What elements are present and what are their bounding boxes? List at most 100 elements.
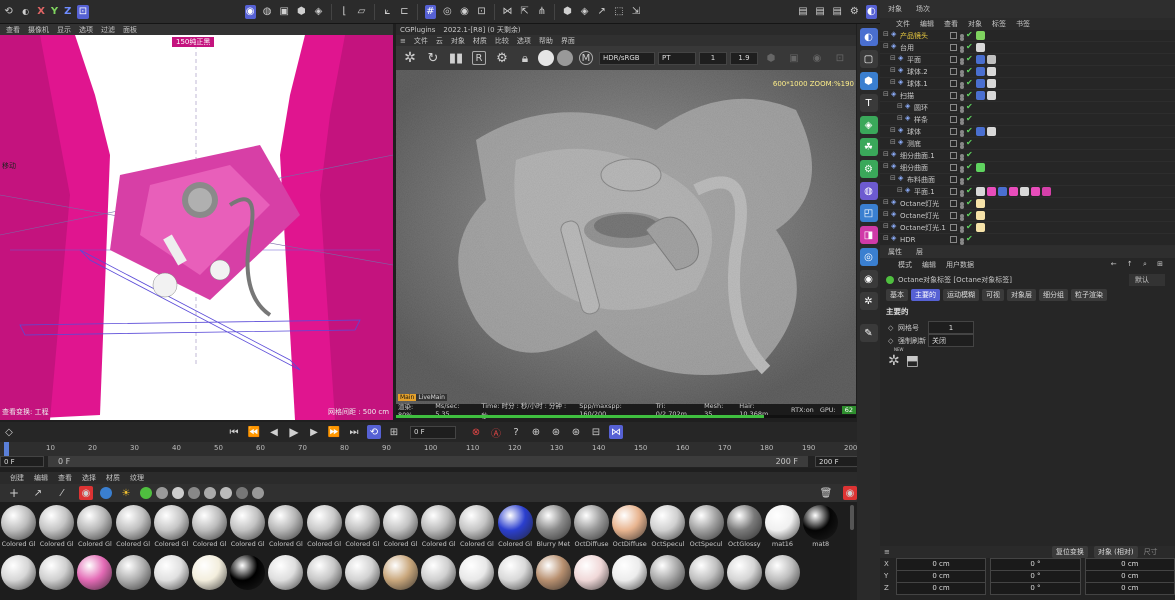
reset-transform-button[interactable]: 复位变换 [1051, 546, 1088, 558]
square-icon[interactable]: ▢ [859, 50, 878, 68]
record-icon[interactable]: ⊗ [469, 425, 483, 439]
object-row[interactable]: ⊟ ◈ Octane灯光 ✔ [880, 198, 1175, 210]
mix-sphere-icon[interactable] [204, 487, 216, 499]
object-name[interactable]: 平面.1 [914, 186, 935, 198]
enabled-check-icon[interactable]: ✔ [966, 30, 973, 39]
object-name[interactable]: 测底 [907, 138, 921, 150]
render-view-icon[interactable]: ▤ [797, 5, 808, 19]
expand-icon[interactable]: ⊟ [890, 66, 896, 74]
tag-icon[interactable] [976, 163, 985, 172]
attr-menu-userdata[interactable]: 用户数据 [946, 260, 974, 270]
object-row[interactable]: ⊟ ◈ 样条 ✔ [880, 114, 1175, 126]
play-icon[interactable]: ▶ [287, 425, 301, 439]
material-swatch[interactable]: Colored Gl [153, 504, 190, 550]
expand-icon[interactable]: ⊟ [897, 186, 903, 194]
object-name[interactable]: Octane灯光 [900, 210, 939, 222]
render-menu-help[interactable]: 帮助 [539, 36, 553, 46]
render-menu-materials[interactable]: 材质 [473, 36, 487, 46]
object-name[interactable]: 布料曲面 [907, 174, 935, 186]
material-swatch[interactable] [0, 554, 37, 600]
render-visibility-dot[interactable] [960, 109, 964, 113]
viewport-menu-view[interactable]: 查看 [6, 25, 20, 35]
object-name[interactable]: 产品镜头 [900, 30, 928, 42]
enabled-check-icon[interactable]: ✔ [966, 222, 973, 231]
render-visibility-dot[interactable] [960, 229, 964, 233]
material-swatch[interactable] [420, 554, 457, 600]
axis-y-toggle[interactable]: Y [51, 6, 58, 17]
mirror-icon[interactable]: ⋈ [502, 5, 513, 19]
next-frame-icon[interactable]: ▶ [307, 425, 321, 439]
timeline-ruler[interactable]: 0102030405060708090100110120130140150160… [0, 442, 860, 456]
material-swatch[interactable]: Colored Gl [458, 504, 495, 550]
expand-icon[interactable]: ⊟ [883, 162, 889, 170]
object-mode-icon[interactable]: ◍ [262, 5, 273, 19]
render-menu-cloud[interactable]: 云 [436, 36, 443, 46]
enabled-check-icon[interactable]: ✔ [966, 102, 973, 111]
material-swatch[interactable] [649, 554, 686, 600]
light-sphere-icon[interactable] [172, 487, 184, 499]
object-name[interactable]: 台用 [900, 42, 914, 54]
tag-icon[interactable] [1009, 187, 1018, 196]
force-refresh-select[interactable]: 关闭 [928, 334, 974, 347]
object-row[interactable]: ⊟ ◈ 细分曲面.1 ✔ [880, 150, 1175, 162]
snap-icon[interactable]: ▱ [356, 5, 367, 19]
render-visibility-dot[interactable] [960, 145, 964, 149]
octane-half-circle-icon[interactable] [100, 487, 112, 499]
object-name[interactable]: 平面 [907, 54, 921, 66]
object-row[interactable]: ⊟ ◈ HDR ✔ [880, 234, 1175, 246]
cursor-icon[interactable]: ⇱ [519, 5, 530, 19]
material-swatch[interactable]: Colored Gl [115, 504, 152, 550]
enabled-check-icon[interactable]: ✔ [966, 162, 973, 171]
material-swatch[interactable]: OctDiffuse [611, 504, 648, 550]
key-scale-icon[interactable]: ⊛ [569, 425, 583, 439]
mat-menu-edit[interactable]: 编辑 [34, 473, 48, 483]
expand-icon[interactable]: ⊟ [890, 54, 896, 62]
render-visibility-dot[interactable] [960, 181, 964, 185]
globe-icon[interactable]: ◎ [859, 248, 878, 266]
render-menu-compare[interactable]: 比较 [495, 36, 509, 46]
subtab-basic[interactable]: 基本 [886, 289, 908, 301]
nurbs-icon[interactable]: ◰ [859, 204, 878, 222]
mat-menu-texture[interactable]: 纹理 [130, 473, 144, 483]
object-name[interactable]: 圆环 [914, 102, 928, 114]
enabled-check-icon[interactable]: ✔ [966, 54, 973, 63]
enabled-check-icon[interactable]: ✔ [966, 66, 973, 75]
object-icon[interactable]: ⬒ [906, 353, 919, 369]
viewport-menu-options[interactable]: 选项 [79, 25, 93, 35]
render-region-icon[interactable]: ▤ [815, 5, 826, 19]
arrow-sphere-icon[interactable] [252, 487, 264, 499]
material-swatch[interactable]: mat8 [802, 504, 839, 550]
object-row[interactable]: ⊟ ◈ 扫描 ✔ [880, 90, 1175, 102]
default-dropdown[interactable]: 默认 [1129, 274, 1165, 286]
key-pos-icon[interactable]: ⊕ [529, 425, 543, 439]
key-pla-icon[interactable]: ⋈ [609, 425, 623, 439]
spline-icon[interactable]: ◍ [859, 182, 878, 200]
material-swatch[interactable] [344, 554, 381, 600]
object-name[interactable]: 细分曲面 [900, 162, 928, 174]
material-swatch[interactable]: Colored Gl [229, 504, 266, 550]
attr-menu-edit[interactable]: 编辑 [922, 260, 936, 270]
object-name[interactable]: 样条 [914, 114, 928, 126]
render-menu-objects[interactable]: 对象 [451, 36, 465, 46]
visibility-checkbox[interactable] [950, 176, 957, 183]
material-swatch[interactable]: mat16 [764, 504, 801, 550]
tag-icon[interactable] [987, 55, 996, 64]
render-settings-icon[interactable]: ⚙ [849, 5, 860, 19]
viewport-menu-camera[interactable]: 摄像机 [28, 25, 49, 35]
render-visibility-dot[interactable] [960, 157, 964, 161]
enabled-check-icon[interactable]: ✔ [966, 210, 973, 219]
clay-mode-button[interactable] [538, 50, 554, 66]
trash-icon[interactable]: 🗑︎ [819, 486, 833, 500]
range-end-field[interactable]: 200 F [815, 456, 859, 467]
expand-icon[interactable]: ⊟ [883, 150, 889, 158]
object-name[interactable]: 球体.1 [907, 78, 928, 90]
checker-sphere-icon[interactable] [188, 487, 200, 499]
playhead-marker[interactable] [4, 442, 9, 456]
tag-icon[interactable] [976, 211, 985, 220]
material-swatch[interactable]: Colored Gl [306, 504, 343, 550]
light-icon[interactable]: ✲ [859, 292, 878, 310]
workplane-icon[interactable]: ◎ [442, 5, 453, 19]
enable-snap-icon[interactable]: ⊏ [399, 5, 410, 19]
rotation-field[interactable]: 0 ° [990, 581, 1081, 595]
material-swatch[interactable] [115, 554, 152, 600]
